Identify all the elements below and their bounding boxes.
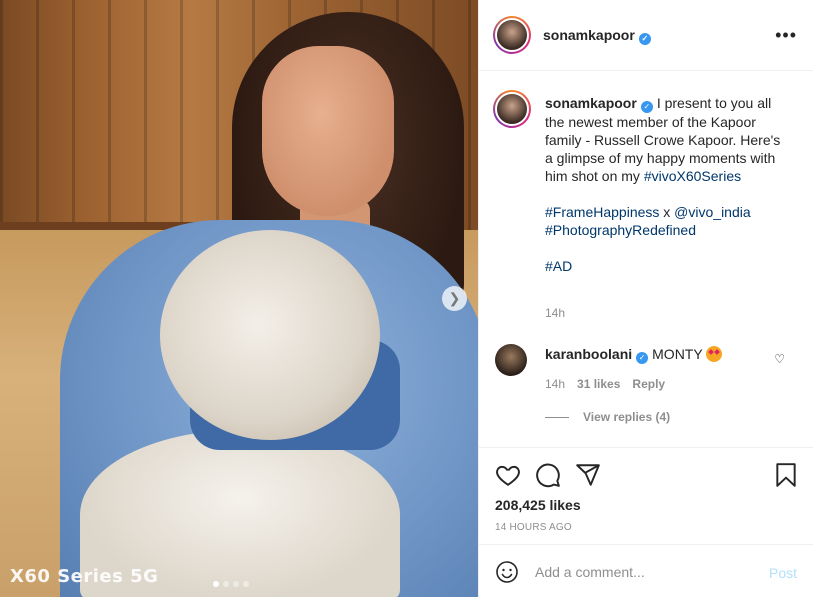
comment-icon[interactable] [535, 462, 561, 488]
post-header: sonamkapoor ✓ ••• [479, 0, 813, 71]
comment-username[interactable]: karanboolani [545, 346, 632, 362]
carousel-dot [233, 581, 239, 587]
smiley-icon[interactable] [495, 560, 519, 584]
caption-username[interactable]: sonamkapoor [545, 95, 637, 111]
post-media[interactable]: X60 Series 5G ❯ [0, 0, 478, 597]
carousel-dot [213, 581, 219, 587]
instagram-post: X60 Series 5G ❯ sonamkapoor ✓ ••• sonamka… [0, 0, 813, 597]
post-date[interactable]: 14 HOURS AGO [495, 522, 572, 533]
comment-likes[interactable]: 31 likes [577, 377, 620, 391]
add-comment-bar: Post [479, 544, 813, 597]
reply-button[interactable]: Reply [632, 377, 665, 391]
comment-input[interactable] [535, 559, 755, 585]
camera-watermark: X60 Series 5G [10, 566, 159, 587]
post-side-panel: sonamkapoor ✓ ••• sonamkapoor ✓ I present t… [478, 0, 813, 597]
more-options-icon[interactable]: ••• [775, 25, 797, 46]
caption-timestamp[interactable]: 14h [545, 306, 565, 320]
photo-person-face [262, 46, 394, 216]
username-text[interactable]: sonamkapoor [543, 27, 635, 43]
hashtag-link[interactable]: #FrameHappiness [545, 204, 659, 220]
post-actions [479, 452, 813, 496]
avatar[interactable] [495, 344, 527, 376]
bookmark-icon[interactable] [773, 462, 799, 488]
carousel-dot [223, 581, 229, 587]
heart-eyes-emoji-icon [705, 346, 722, 362]
verified-badge-icon: ✓ [636, 352, 649, 364]
post-comment-button[interactable]: Post [769, 565, 797, 581]
avatar[interactable] [493, 16, 531, 54]
heart-icon[interactable] [495, 462, 521, 488]
comment-like-heart-icon[interactable]: ♡ [774, 352, 785, 366]
comment-text: karanboolani ✓ MONTY [545, 346, 722, 364]
caption-connector: x [663, 204, 671, 220]
verified-badge-icon: ✓ [640, 101, 653, 113]
comment-timestamp[interactable]: 14h [545, 377, 565, 391]
mention-link[interactable]: @vivo_india [674, 204, 750, 220]
carousel-dot [243, 581, 249, 587]
hashtag-link[interactable]: #AD [545, 258, 572, 274]
hashtag-link[interactable]: #vivoX60Series [644, 168, 741, 184]
comment-meta: 14h 31 likes Reply [545, 377, 665, 391]
share-icon[interactable] [575, 462, 601, 488]
photo-dog-head [160, 230, 380, 440]
comments-section[interactable]: sonamkapoor ✓ I present to you all the new… [479, 72, 813, 448]
carousel-indicator [213, 581, 249, 587]
comment-body: MONTY [652, 346, 703, 362]
hashtag-link[interactable]: #PhotographyRedefined [545, 222, 696, 238]
view-replies-button[interactable]: View replies (4) [545, 410, 670, 424]
header-username[interactable]: sonamkapoor ✓ [543, 27, 651, 45]
like-count[interactable]: 208,425 likes [495, 497, 581, 513]
verified-badge-icon: ✓ [638, 33, 651, 45]
avatar[interactable] [493, 90, 531, 128]
view-replies-label[interactable]: View replies (4) [583, 410, 670, 424]
divider [545, 416, 569, 418]
caption-text: sonamkapoor ✓ I present to you all the new… [545, 94, 789, 275]
chevron-right-icon[interactable]: ❯ [442, 286, 467, 311]
